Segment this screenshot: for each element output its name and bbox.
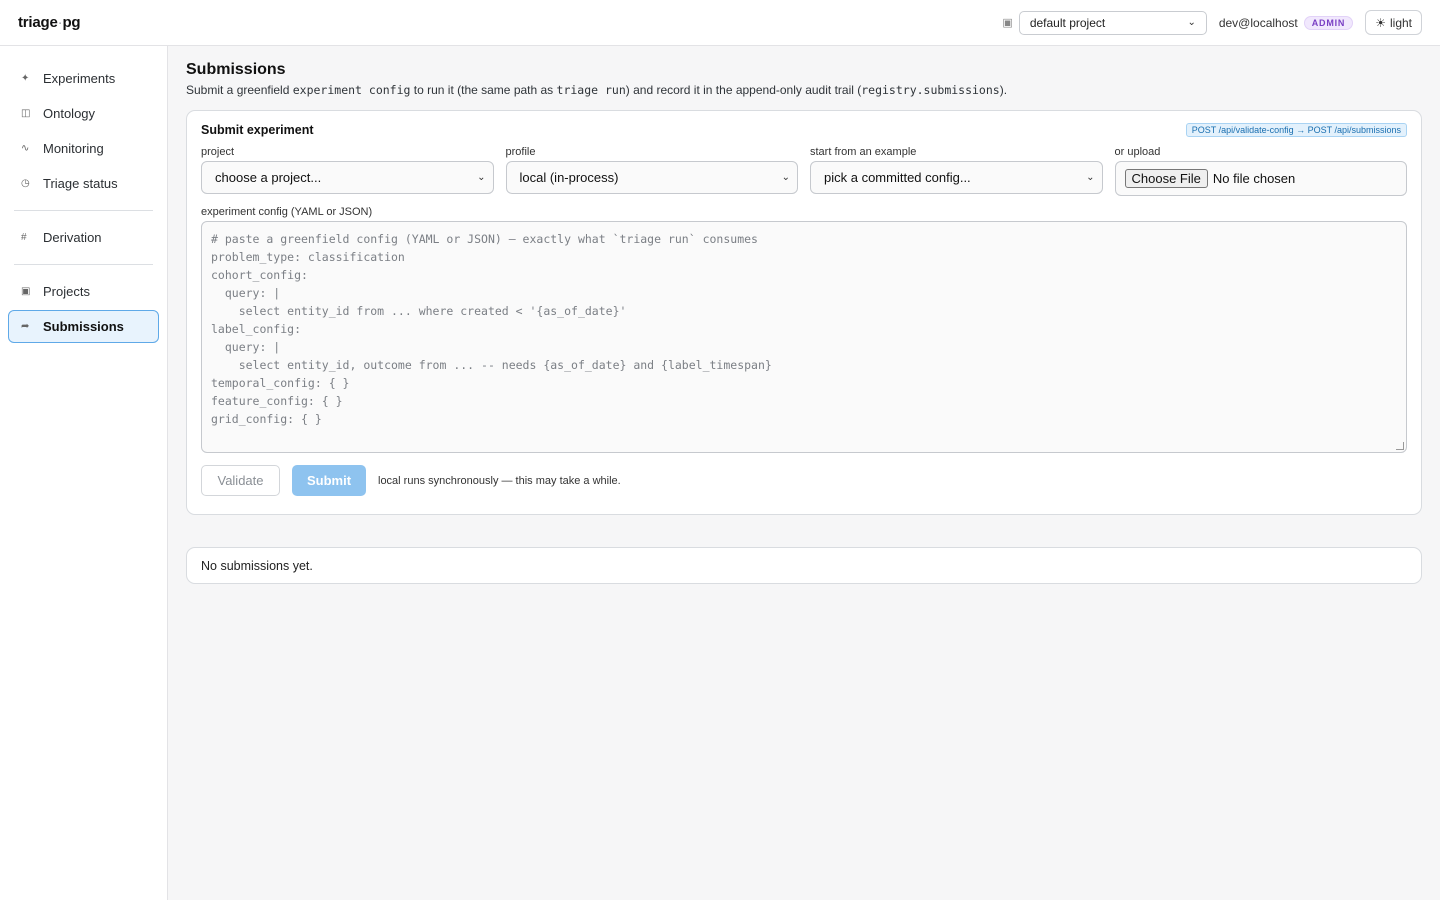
ontology-icon: ◫ [21,108,31,119]
role-badge: ADMIN [1303,15,1354,30]
theme-toggle-button[interactable]: ☀ light [1365,10,1422,35]
profile-select[interactable]: local (in-process) ⌄ [505,161,798,194]
project-select-value: choose a project... [215,170,322,185]
sidebar-item-label: Triage status [43,176,118,191]
example-label: start from an example [810,146,917,158]
theme-toggle-label: light [1389,15,1412,30]
desc-text: to run it (the same path as [410,83,557,97]
brand-name: triage [18,14,58,31]
monitoring-icon: ∿ [21,143,30,154]
sidebar-item-label: Monitoring [43,141,104,156]
sun-icon: ☀ [1375,15,1386,30]
sidebar-item-submissions[interactable]: ➦ Submissions [8,310,159,343]
desc-code: triage run [556,83,626,97]
example-select-value: pick a committed config... [824,170,971,185]
chevron-down-icon: ⌄ [781,172,790,183]
config-placeholder: # paste a greenfield config (YAML or JSO… [211,232,772,426]
submit-button[interactable]: Submit [292,465,366,496]
project-label: project [201,146,235,158]
desc-text: ). [999,83,1008,97]
project-icon: ▣ [1002,17,1013,29]
file-status: No file chosen [1212,171,1296,186]
projects-icon: ▣ [21,286,31,297]
sidebar-item-label: Submissions [43,319,124,334]
project-switcher-value: default project [1029,15,1106,30]
desc-text: Submit a greenfield [186,83,293,97]
brand-suffix: pg [62,14,81,31]
submit-experiment-card: Submit experiment POST /api/validate-con… [186,110,1422,515]
submissions-list-card: No submissions yet. [186,547,1422,584]
card-title: Submit experiment [201,123,314,137]
sidebar-divider [14,210,153,211]
sidebar-item-triage-status[interactable]: ◷ Triage status [8,167,159,200]
config-textarea[interactable]: # paste a greenfield config (YAML or JSO… [201,221,1407,453]
project-select[interactable]: choose a project... ⌄ [201,161,494,194]
sidebar-item-experiments[interactable]: ✦ Experiments [8,62,159,95]
sparkle-icon: ✦ [21,73,30,84]
sidebar: ✦ Experiments ◫ Ontology ∿ Monitoring ◷ … [0,46,168,900]
profile-select-value: local (in-process) [519,170,619,185]
empty-state-text: No submissions yet. [201,558,313,573]
example-select[interactable]: pick a committed config... ⌄ [810,161,1103,194]
submissions-icon: ➦ [21,321,30,332]
sidebar-item-label: Experiments [43,71,116,86]
file-upload-input[interactable]: Choose File No file chosen [1114,161,1407,196]
project-switcher-select[interactable]: default project ⌄ [1018,10,1207,35]
resize-handle-icon[interactable] [1396,442,1404,450]
submit-hint: local runs synchronously — this may take… [378,474,621,487]
endpoint-badge: POST /api/validate-config → POST /api/su… [1185,123,1407,137]
validate-button[interactable]: Validate [201,465,280,496]
sidebar-item-label: Derivation [43,230,102,245]
main-content: Submissions Submit a greenfield experime… [168,46,1440,900]
desc-text: ) and record it in the append-only audit… [625,83,862,97]
status-icon: ◷ [21,178,30,189]
page-description: Submit a greenfield experiment config to… [186,83,1422,97]
chevron-down-icon: ⌄ [477,172,486,183]
desc-code: registry.submissions [861,83,1000,97]
sidebar-item-label: Projects [43,284,90,299]
profile-label: profile [505,146,536,158]
derivation-icon: # [21,232,27,243]
sidebar-item-label: Ontology [43,106,96,121]
config-label: experiment config (YAML or JSON) [201,206,373,218]
user-name: dev@localhost [1218,15,1298,30]
chevron-down-icon: ⌄ [1187,17,1196,28]
sidebar-item-monitoring[interactable]: ∿ Monitoring [8,132,159,165]
choose-file-button[interactable]: Choose File [1124,169,1208,188]
chevron-down-icon: ⌄ [1086,172,1095,183]
desc-code: experiment config [292,83,411,97]
page-title: Submissions [186,61,286,78]
upload-label: or upload [1114,146,1161,158]
sidebar-item-projects[interactable]: ▣ Projects [8,275,159,308]
sidebar-item-ontology[interactable]: ◫ Ontology [8,97,159,130]
sidebar-item-derivation[interactable]: # Derivation [8,221,159,254]
app-logo[interactable]: triage·pg [18,14,81,31]
top-bar: triage·pg ▣ default project ⌄ dev@localh… [0,0,1440,46]
sidebar-divider [14,264,153,265]
